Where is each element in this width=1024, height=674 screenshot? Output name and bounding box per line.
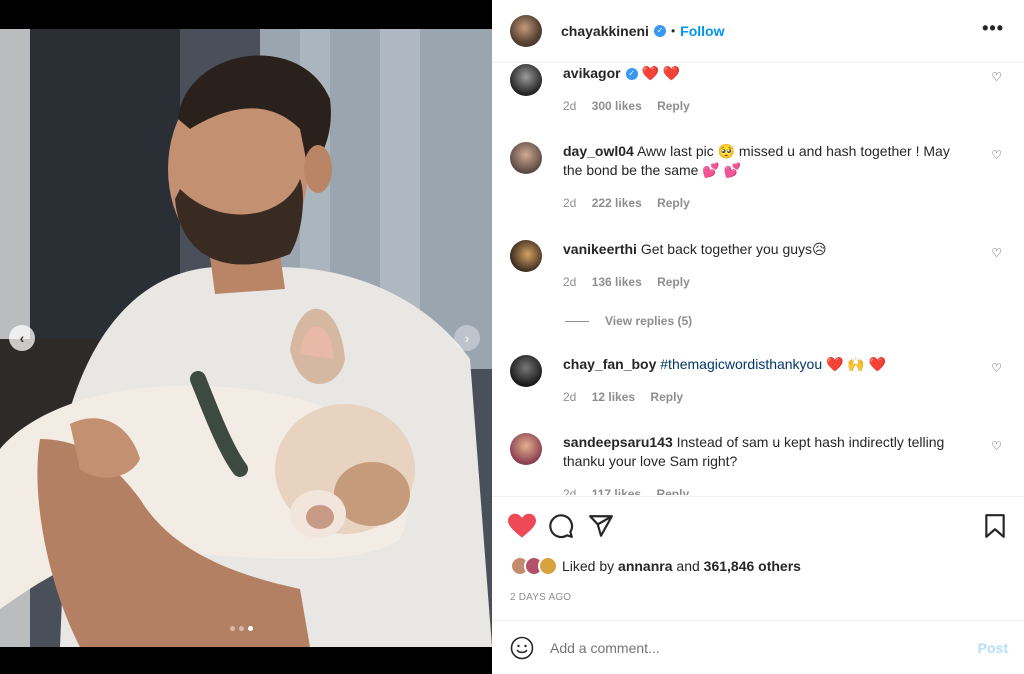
verified-badge-icon: ✓ xyxy=(625,68,638,81)
heart-outline-icon[interactable]: ♡ xyxy=(991,439,1002,453)
post-header: chayakkineni ✓ • Follow ••• xyxy=(492,0,1024,63)
comment-age: 2d xyxy=(563,99,577,113)
comment-meta: 2d 222 likes Reply xyxy=(563,194,973,213)
carousel-indicator xyxy=(230,626,253,631)
commenter-username[interactable]: day_owl04 xyxy=(563,143,634,159)
commenter-username[interactable]: chay_fan_boy xyxy=(563,356,656,372)
comment-likes[interactable]: 12 likes xyxy=(592,390,635,404)
liker-username[interactable]: annanra xyxy=(618,558,672,574)
heart-outline-icon[interactable]: ♡ xyxy=(991,246,1002,260)
comment-meta: 2d 300 likes Reply xyxy=(563,97,973,116)
likes-summary: Liked by annanra and 361,846 others xyxy=(510,556,801,576)
comment-reply-button[interactable]: Reply xyxy=(656,487,689,495)
comment-text: Get back together you guys😥 xyxy=(640,241,827,257)
carousel-dot xyxy=(230,626,235,631)
post-timestamp[interactable]: 2 DAYS AGO xyxy=(510,592,571,603)
verified-badge-icon: ✓ xyxy=(653,25,666,37)
commenter-username[interactable]: sandeepsaru143 xyxy=(563,434,673,450)
comment-meta: 2d 12 likes Reply xyxy=(563,388,973,407)
comment-body: sandeepsaru143 Instead of sam u kept has… xyxy=(563,433,973,495)
commenter-avatar[interactable] xyxy=(510,142,542,174)
likes-prefix: Liked by xyxy=(562,558,615,574)
commenter-avatar[interactable] xyxy=(510,240,542,272)
carousel-prev-button[interactable]: ‹ xyxy=(9,325,35,351)
carousel-dot-active xyxy=(248,626,253,631)
comment-age: 2d xyxy=(563,196,577,210)
more-options-icon[interactable]: ••• xyxy=(982,18,1004,39)
comment-body: avikagor ✓ ❤️ ❤️ 2d 300 likes Reply xyxy=(563,64,973,116)
post-media: ‹ › xyxy=(0,0,492,674)
paper-plane-icon[interactable] xyxy=(588,513,614,539)
liker-avatars xyxy=(510,556,558,576)
post-side-panel: chayakkineni ✓ • Follow ••• avikagor ✓ ❤️… xyxy=(492,0,1024,674)
comment-body: chay_fan_boy #themagicwordisthankyou ❤️ … xyxy=(563,355,973,407)
follow-button[interactable]: Follow xyxy=(680,23,724,39)
view-replies-label: View replies (5) xyxy=(605,314,693,328)
comment-icon[interactable] xyxy=(548,513,574,539)
heart-filled-icon[interactable] xyxy=(508,513,536,539)
author-username[interactable]: chayakkineni xyxy=(561,23,649,39)
heart-outline-icon[interactable]: ♡ xyxy=(991,361,1002,375)
comment-age: 2d xyxy=(563,390,577,404)
add-comment-bar: Post xyxy=(492,620,1024,674)
post-actions-bar xyxy=(492,496,1024,556)
comment-age: 2d xyxy=(563,275,577,289)
comment-likes[interactable]: 222 likes xyxy=(592,196,642,210)
comment-text: ❤️ 🙌 ❤️ xyxy=(822,356,887,372)
bookmark-icon[interactable] xyxy=(984,513,1006,539)
heart-outline-icon[interactable]: ♡ xyxy=(991,148,1002,162)
likes-others-link[interactable]: 361,846 others xyxy=(704,558,801,574)
header-separator: • xyxy=(670,24,676,38)
commenter-username[interactable]: avikagor xyxy=(563,65,621,81)
comment-text: ❤️ ❤️ xyxy=(641,65,681,81)
commenter-avatar[interactable] xyxy=(510,355,542,387)
comment-meta: 2d 136 likes Reply xyxy=(563,273,973,292)
chevron-left-icon: ‹ xyxy=(19,330,25,346)
chevron-right-icon: › xyxy=(464,330,470,346)
comment-likes[interactable]: 136 likes xyxy=(592,275,642,289)
post-comment-button[interactable]: Post xyxy=(978,640,1008,656)
comment-body: day_owl04 Aww last pic 🥺 missed u and ha… xyxy=(563,142,973,213)
comment-reply-button[interactable]: Reply xyxy=(657,196,690,210)
view-replies-button[interactable]: View replies (5) xyxy=(565,314,692,328)
comment-reply-button[interactable]: Reply xyxy=(657,275,690,289)
commenter-avatar[interactable] xyxy=(510,433,542,465)
heart-outline-icon[interactable]: ♡ xyxy=(991,70,1002,84)
liker-avatar xyxy=(538,556,558,576)
comments-list: avikagor ✓ ❤️ ❤️ 2d 300 likes Reply ♡ day… xyxy=(492,64,1024,495)
comment-reply-button[interactable]: Reply xyxy=(650,390,683,404)
carousel-dot xyxy=(239,626,244,631)
comment-likes[interactable]: 300 likes xyxy=(592,99,642,113)
comment-reply-button[interactable]: Reply xyxy=(657,99,690,113)
post-photo[interactable] xyxy=(0,29,492,647)
commenter-username[interactable]: vanikeerthi xyxy=(563,241,637,257)
carousel-next-button[interactable]: › xyxy=(454,325,480,351)
comment-body: vanikeerthi Get back together you guys😥 … xyxy=(563,240,973,292)
author-avatar[interactable] xyxy=(510,15,542,47)
emoji-smile-icon[interactable] xyxy=(510,636,534,660)
commenter-avatar[interactable] xyxy=(510,64,542,96)
comment-age: 2d xyxy=(563,487,577,495)
view-replies-line xyxy=(565,320,589,322)
photo-illustration xyxy=(0,29,492,647)
comment-likes[interactable]: 117 likes xyxy=(592,487,641,495)
comment-hashtag[interactable]: #themagicwordisthankyou xyxy=(660,356,822,372)
likes-middle: and xyxy=(676,558,700,574)
comment-meta: 2d 117 likes Reply xyxy=(563,485,973,495)
comment-input[interactable] xyxy=(550,639,950,656)
